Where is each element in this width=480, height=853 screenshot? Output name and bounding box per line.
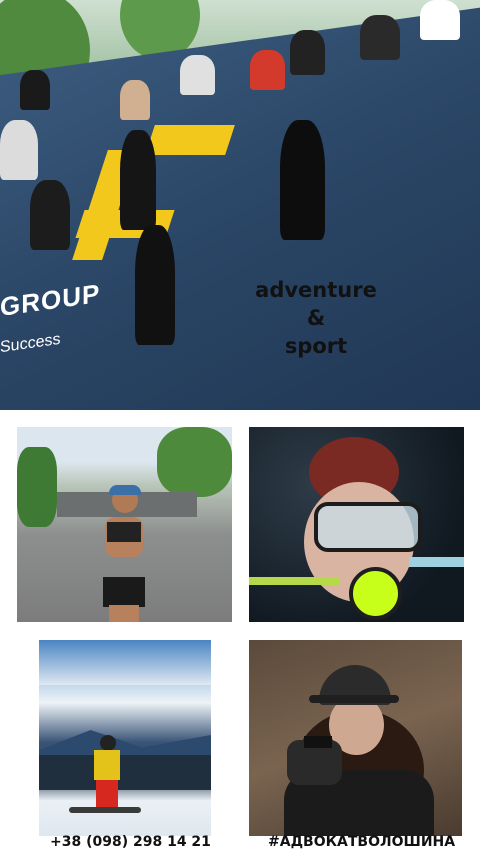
air-hose: [409, 557, 464, 567]
runner-legs: [109, 605, 139, 622]
photo-marathon-runner: [17, 427, 232, 622]
snowboarder-helmet: [100, 735, 116, 751]
person: [280, 120, 325, 240]
overlay-line-adventure: adventure: [255, 278, 377, 302]
snowboard: [69, 807, 141, 813]
diving-mask: [314, 502, 422, 552]
person: [135, 225, 175, 345]
wall-logo-stripe: [145, 125, 235, 155]
runner-cap: [109, 485, 141, 495]
hashtag: #АДВОКАТВОЛОШИНА: [268, 834, 456, 850]
forest: [39, 755, 211, 790]
snowboarder-pants: [96, 780, 118, 808]
photo-snowboarder: [39, 640, 211, 836]
person: [250, 50, 285, 90]
runner-shorts: [103, 577, 145, 607]
overlay-line-sport: sport: [284, 334, 348, 358]
tree: [157, 427, 232, 497]
overlay-title: adventure & sport: [236, 276, 396, 360]
person: [120, 80, 150, 120]
person: [360, 15, 400, 60]
person: [0, 120, 38, 180]
person: [180, 55, 215, 95]
person: [420, 0, 460, 40]
cap-visor: [309, 695, 399, 703]
regulator-icon: [349, 567, 402, 620]
person: [120, 130, 156, 230]
person: [290, 30, 325, 75]
snowboarder-jacket: [94, 750, 120, 780]
pistol: [304, 736, 332, 748]
tree: [17, 447, 57, 527]
person: [20, 70, 50, 110]
phone-number[interactable]: +38 (098) 298 14 21: [50, 834, 211, 850]
overlay-line-ampersand: &: [306, 306, 326, 330]
hero-photo-obstacle-wall: GROUP Success adventure & sport: [0, 0, 480, 410]
sky: [39, 640, 211, 685]
photo-shooter: [249, 640, 462, 836]
person: [30, 180, 70, 250]
photo-scuba-diver: [249, 427, 464, 622]
runner-top: [107, 522, 141, 542]
air-hose: [249, 577, 339, 585]
